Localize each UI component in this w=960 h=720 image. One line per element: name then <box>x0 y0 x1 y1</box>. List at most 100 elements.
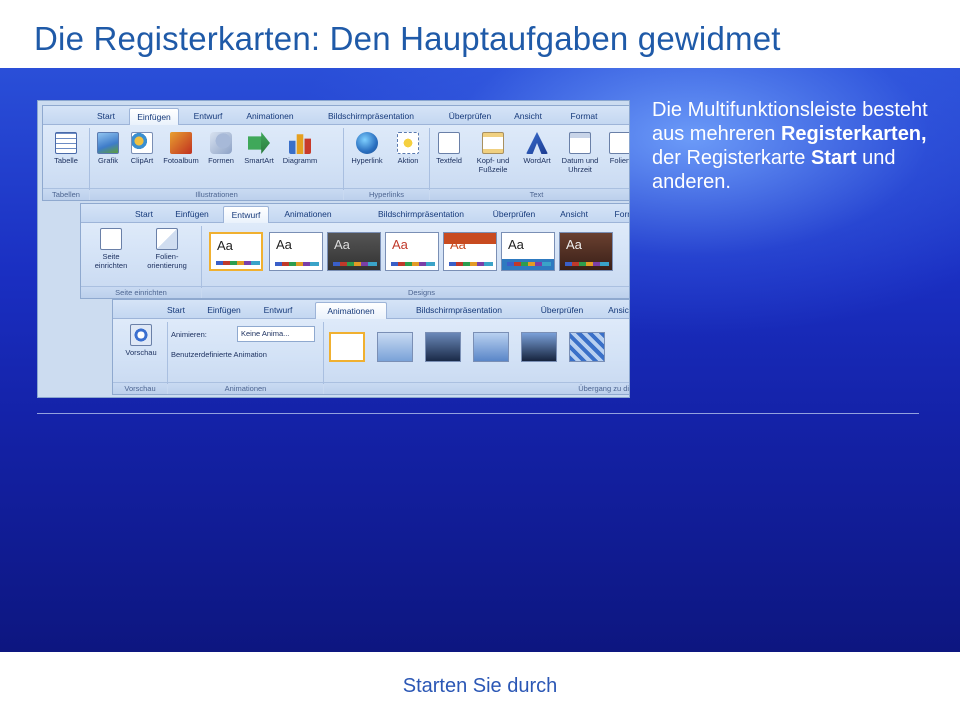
table-icon <box>55 132 77 154</box>
tab-bildschirmpraesentation[interactable]: Bildschirmpräsentation <box>307 108 435 125</box>
tab-ueberpruefen[interactable]: Überprüfen <box>441 108 499 125</box>
custom-animation-button[interactable]: Benutzerdefinierte Animation <box>171 350 321 359</box>
chart-icon <box>289 134 311 154</box>
textbox-icon <box>438 132 460 154</box>
slide-icon <box>609 132 629 154</box>
separator <box>323 322 324 384</box>
tab-entwurf[interactable]: Entwurf <box>255 302 301 319</box>
globe-icon <box>356 132 378 154</box>
animate-dropdown[interactable]: Keine Anima... <box>237 326 315 342</box>
group-label-text: Text <box>430 188 629 200</box>
clipart-button[interactable]: ClipArt <box>125 132 159 165</box>
photo-album-button[interactable]: Fotoalbum <box>161 132 201 165</box>
ribbon-design: Start Einfügen Entwurf Animationen Bilds… <box>80 203 629 299</box>
group-label-uebergang: Übergang zu dies <box>324 382 629 394</box>
page-setup-button[interactable]: Seite einrichten <box>87 228 135 270</box>
footer-text: Starten Sie durch <box>402 675 558 697</box>
ribbon-insert-tabs: Start Einfügen Entwurf Animationen Bilds… <box>43 106 629 125</box>
tab-einfuegen[interactable]: Einfügen <box>199 302 249 319</box>
transition-thumbnail-none[interactable] <box>329 332 365 362</box>
group-label-designs: Designs <box>202 286 629 298</box>
theme-thumbnail[interactable]: Aa <box>443 232 497 271</box>
tab-animationen[interactable]: Animationen <box>315 302 387 319</box>
group-label-illustrationen: Illustrationen <box>90 188 343 200</box>
transition-thumbnail[interactable] <box>521 332 557 362</box>
theme-thumbnail[interactable]: Aa <box>327 232 381 271</box>
clipart-icon <box>131 132 153 154</box>
tab-format[interactable]: Format <box>607 206 629 223</box>
smartart-icon <box>248 132 270 154</box>
transition-thumbnail[interactable] <box>569 332 605 362</box>
wordart-icon <box>526 132 548 154</box>
transition-thumbnail[interactable] <box>377 332 413 362</box>
action-icon <box>397 132 419 154</box>
theme-thumbnail[interactable]: Aa <box>269 232 323 271</box>
transition-thumbnail[interactable] <box>473 332 509 362</box>
theme-thumbnail[interactable]: Aa <box>501 232 555 271</box>
tab-einfuegen[interactable]: Einfügen <box>129 108 179 125</box>
theme-color-strip <box>333 262 377 266</box>
theme-color-strip <box>449 262 493 266</box>
theme-thumbnail-office[interactable]: Aa <box>209 232 263 271</box>
separator <box>89 128 90 190</box>
separator <box>201 226 202 288</box>
tab-animationen[interactable]: Animationen <box>237 108 303 125</box>
tab-start[interactable]: Start <box>127 206 161 223</box>
group-label-tabellen: Tabellen <box>43 188 89 200</box>
slide-orientation-button[interactable]: Folien- orientierung <box>139 228 195 270</box>
action-button[interactable]: Aktion <box>391 132 425 165</box>
table-button[interactable]: Tabelle <box>49 132 83 165</box>
separator <box>343 128 344 190</box>
group-label-animationen: Animationen <box>168 382 323 394</box>
hyperlink-button[interactable]: Hyperlink <box>347 132 387 165</box>
calendar-icon <box>569 132 591 154</box>
shapes-button[interactable]: Formen <box>203 132 239 165</box>
theme-thumbnail[interactable]: Aa <box>559 232 613 271</box>
group-label-hyperlinks: Hyperlinks <box>344 188 429 200</box>
ribbon-screenshot: Start Einfügen Entwurf Animationen Bilds… <box>37 100 630 398</box>
theme-thumbnail[interactable]: Aa <box>385 232 439 271</box>
horizontal-divider <box>37 413 919 414</box>
ribbon-insert: Start Einfügen Entwurf Animationen Bilds… <box>42 105 629 201</box>
preview-button[interactable]: Vorschau <box>119 324 163 357</box>
ribbon-design-tabs: Start Einfügen Entwurf Animationen Bilds… <box>81 204 629 223</box>
header-footer-icon <box>482 132 504 154</box>
group-label-vorschau: Vorschau <box>113 382 167 394</box>
wordart-button[interactable]: WordArt <box>519 132 555 165</box>
slide-body-text: Die Multifunktionsleiste besteht aus meh… <box>652 99 928 193</box>
tab-bildschirmpraesentation[interactable]: Bildschirmpräsentation <box>357 206 485 223</box>
tab-ueberpruefen[interactable]: Überprüfen <box>485 206 543 223</box>
slide-title: Die Registerkarten: Den Hauptaufgaben ge… <box>34 20 781 57</box>
tab-animationen[interactable]: Animationen <box>275 206 341 223</box>
smartart-button[interactable]: SmartArt <box>241 132 277 165</box>
bold-registerkarten: Registerkarten, <box>780 123 927 145</box>
slide-number-button[interactable]: Folien <box>605 132 629 165</box>
header-footer-button[interactable]: Kopf- und Fußzeile <box>469 132 517 174</box>
tab-bildschirmpraesentation[interactable]: Bildschirmpräsentation <box>395 302 523 319</box>
tab-start[interactable]: Start <box>159 302 193 319</box>
chart-button[interactable]: Diagramm <box>279 132 321 165</box>
theme-color-strip <box>391 262 435 266</box>
picture-button[interactable]: Grafik <box>93 132 123 165</box>
tab-entwurf[interactable]: Entwurf <box>185 108 231 125</box>
transition-thumbnail[interactable] <box>425 332 461 362</box>
theme-color-strip <box>507 262 551 266</box>
tab-ansicht[interactable]: Ansicht <box>505 108 551 125</box>
date-time-button[interactable]: Datum und Uhrzeit <box>557 132 603 174</box>
preview-icon <box>130 324 152 346</box>
theme-color-strip <box>275 262 319 266</box>
tab-ansicht[interactable]: Ansicht <box>551 206 597 223</box>
textbox-button[interactable]: Textfeld <box>431 132 467 165</box>
group-label-seite-einrichten: Seite einrichten <box>81 286 201 298</box>
tab-entwurf[interactable]: Entwurf <box>223 206 269 223</box>
theme-color-strip <box>565 262 609 266</box>
tab-einfuegen[interactable]: Einfügen <box>167 206 217 223</box>
tab-ueberpruefen[interactable]: Überprüfen <box>533 302 591 319</box>
page-setup-icon <box>100 228 122 250</box>
separator <box>167 322 168 384</box>
orientation-icon <box>156 228 178 250</box>
tab-format[interactable]: Format <box>563 108 605 125</box>
tab-ansicht[interactable]: Ansicht <box>599 302 629 319</box>
picture-icon <box>97 132 119 154</box>
tab-start[interactable]: Start <box>89 108 123 125</box>
